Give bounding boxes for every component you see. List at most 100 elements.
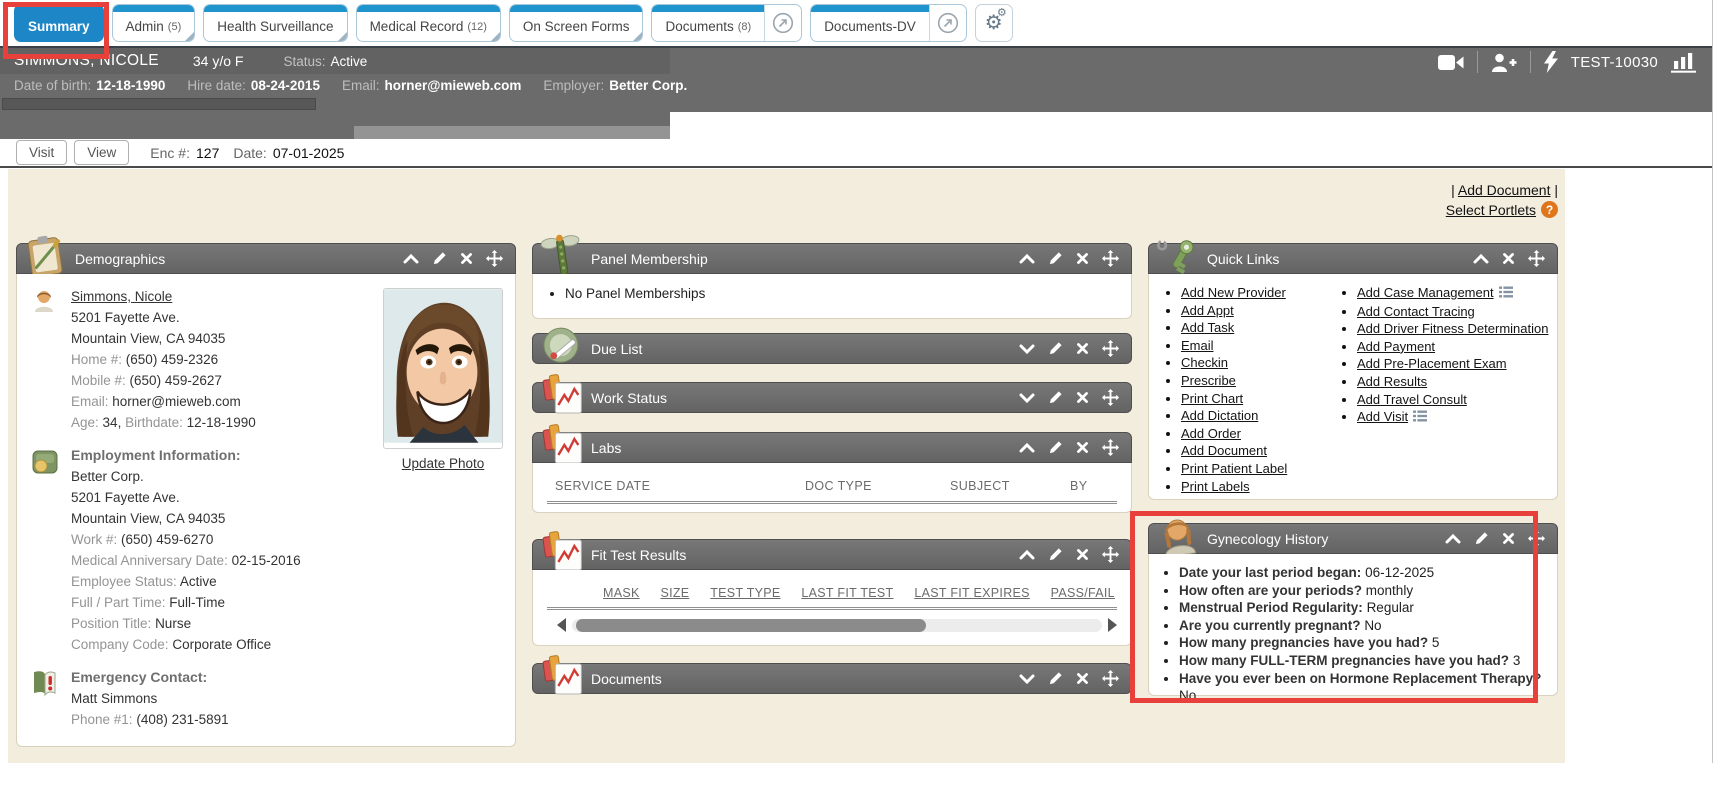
quick-link[interactable]: Add Visit [1357,409,1408,424]
edit-icon[interactable] [1048,251,1063,266]
quick-link[interactable]: Print Labels [1181,479,1250,494]
horizontal-scrollbar[interactable] [557,618,1117,632]
header-step [0,126,354,139]
enc-date-label: Date: [233,145,266,161]
tab-summary[interactable]: Summary [14,4,104,42]
collapse-icon[interactable] [1445,534,1461,544]
update-photo-link[interactable]: Update Photo [402,456,485,471]
move-icon[interactable] [1102,546,1119,563]
scrollbar-track[interactable] [572,619,1102,632]
portlet-title: Labs [591,440,621,456]
collapse-icon[interactable] [1473,254,1489,264]
quick-link[interactable]: Add Case Management [1357,285,1494,300]
sortable-column-header[interactable]: PASS/FAIL [1051,586,1115,600]
quick-link[interactable]: Print Patient Label [1181,461,1287,476]
scroll-right-arrow[interactable] [1108,618,1117,632]
close-icon[interactable] [1076,391,1089,404]
scroll-left-arrow[interactable] [557,618,566,632]
move-icon[interactable] [1528,250,1545,267]
column-header: SUBJECT [950,479,1070,493]
tab-admin[interactable]: Admin (5) [112,4,196,42]
tab-health-surveillance[interactable]: Health Surveillance [203,4,347,42]
collapse-icon[interactable] [1019,254,1035,264]
edit-icon[interactable] [1048,671,1063,686]
quick-link[interactable]: Add Travel Consult [1357,392,1467,407]
sortable-column-header[interactable]: LAST FIT TEST [801,586,893,600]
close-icon[interactable] [1076,548,1089,561]
sortable-column-header[interactable]: SIZE [660,586,689,600]
tab-documents[interactable]: Documents (8) [651,4,802,42]
close-icon[interactable] [1076,342,1089,355]
close-icon[interactable] [460,252,473,265]
edit-icon[interactable] [1048,440,1063,455]
select-portlets-link[interactable]: Select Portlets [1446,202,1536,218]
tab-medical-record[interactable]: Medical Record (12) [356,4,501,42]
sortable-column-header[interactable]: TEST TYPE [710,586,780,600]
chart-stats-icon[interactable] [1671,52,1696,73]
close-icon[interactable] [1502,532,1515,545]
patient-name-link[interactable]: Simmons, Nicole [71,289,172,304]
move-icon[interactable] [1102,250,1119,267]
close-icon[interactable] [1502,252,1515,265]
edit-icon[interactable] [1048,390,1063,405]
webchart-screen: Summary Admin (5) Health Surveillance Me… [0,0,1721,796]
quick-link[interactable]: Checkin [1181,355,1228,370]
add-person-icon[interactable] [1491,53,1517,72]
scrollbar-thumb[interactable] [576,619,926,632]
quick-link[interactable]: Email [1181,338,1214,353]
move-icon[interactable] [1102,340,1119,357]
quick-link[interactable]: Add Results [1357,374,1427,389]
expand-icon[interactable] [1019,674,1035,684]
close-icon[interactable] [1076,672,1089,685]
tab-on-screen-forms[interactable]: On Screen Forms [509,4,644,42]
portlet-title: Quick Links [1207,251,1279,267]
popout-icon[interactable] [929,5,966,41]
sortable-column-header[interactable]: LAST FIT EXPIRES [914,586,1030,600]
move-icon[interactable] [486,250,503,267]
quick-link[interactable]: Add Payment [1357,339,1435,354]
collapse-icon[interactable] [1019,443,1035,453]
move-icon[interactable] [1102,670,1119,687]
quick-link[interactable]: Add Pre-Placement Exam [1357,356,1507,371]
quick-link[interactable]: Add Dictation [1181,408,1258,423]
move-icon[interactable] [1102,389,1119,406]
tab-settings-button[interactable]: ⚙ ⚙ [975,4,1013,42]
edit-icon[interactable] [432,251,447,266]
quick-action-bolt-icon[interactable] [1544,51,1558,73]
view-button[interactable]: View [74,140,129,165]
edit-icon[interactable] [1048,341,1063,356]
edit-icon[interactable] [1048,547,1063,562]
quick-link[interactable]: Add New Provider [1181,285,1286,300]
help-icon[interactable]: ? [1541,201,1558,218]
expand-icon[interactable] [1019,393,1035,403]
quick-link[interactable]: Add Appt [1181,303,1234,318]
quick-link[interactable]: Add Task [1181,320,1234,335]
close-icon[interactable] [1076,441,1089,454]
quick-link[interactable]: Add Driver Fitness Determination [1357,321,1548,336]
move-icon[interactable] [1102,439,1119,456]
quick-link[interactable]: Add Document [1181,443,1267,458]
emergency-heading: Emergency Contact: [71,667,229,688]
popout-icon[interactable] [764,5,801,41]
quick-link[interactable]: Add Contact Tracing [1357,304,1475,319]
quick-link[interactable]: Print Chart [1181,391,1243,406]
quick-link[interactable]: Add Order [1181,426,1241,441]
collapse-icon[interactable] [1019,550,1035,560]
add-document-link[interactable]: Add Document [1458,182,1551,198]
visit-button[interactable]: Visit [16,140,67,165]
collapse-icon[interactable] [403,254,419,264]
chart-document-icon [536,650,588,702]
address-line: Mountain View, CA 94035 [71,328,256,349]
close-icon[interactable] [1076,252,1089,265]
tab-documents-dv[interactable]: Documents-DV [810,4,967,42]
edit-icon[interactable] [1474,531,1489,546]
expand-icon[interactable] [1019,344,1035,354]
sortable-column-header[interactable]: MASK [603,586,640,600]
video-call-icon[interactable] [1438,54,1464,71]
due-list-icon [536,320,588,372]
quick-link[interactable]: Prescribe [1181,373,1236,388]
gynecology-qa-item: Have you ever been on Hormone Replacemen… [1179,670,1551,705]
move-icon[interactable] [1528,530,1545,547]
portlet-header: Documents [532,663,1132,694]
column-header: BY [1070,479,1121,493]
